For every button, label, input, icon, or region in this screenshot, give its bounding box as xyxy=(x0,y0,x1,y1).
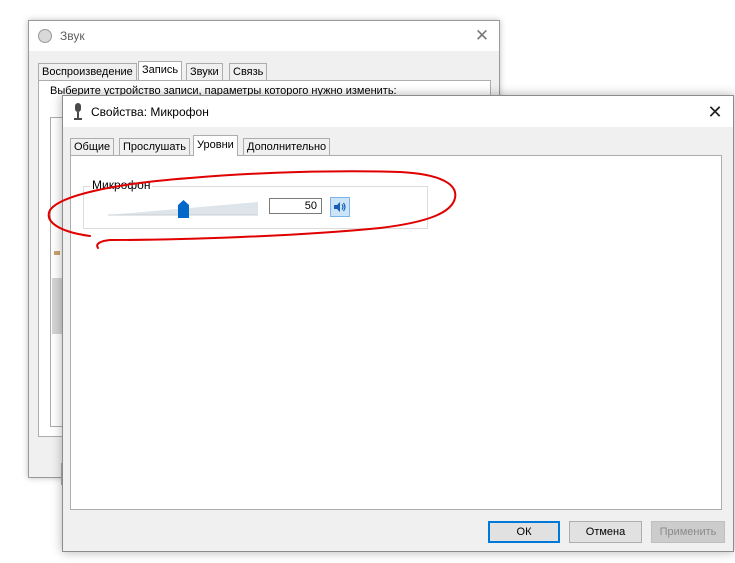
volume-level-field[interactable]: 50 xyxy=(269,198,322,214)
properties-titlebar[interactable]: Свойства: Микрофон ✕ xyxy=(63,96,733,127)
microphone-volume-slider[interactable] xyxy=(108,198,258,218)
apply-button[interactable]: Применить xyxy=(651,521,725,543)
speaker-icon xyxy=(334,202,346,212)
sound-window-title: Звук xyxy=(60,29,85,43)
device-icon xyxy=(54,251,60,255)
tab-recording[interactable]: Запись xyxy=(138,61,183,80)
cancel-button[interactable]: Отмена xyxy=(569,521,642,543)
sound-window-titlebar[interactable]: Звук ✕ xyxy=(29,21,499,51)
tab-advanced[interactable]: Дополнительно xyxy=(243,138,331,155)
microphone-level-group: Микрофон 50 xyxy=(83,178,428,229)
tab-communications[interactable]: Связь xyxy=(229,63,268,80)
mute-toggle-button[interactable] xyxy=(330,197,350,217)
tab-levels[interactable]: Уровни xyxy=(193,135,238,156)
slider-thumb[interactable] xyxy=(178,200,189,218)
volume-level-value: 50 xyxy=(304,200,317,212)
ok-button[interactable]: ОК xyxy=(488,521,560,543)
properties-title: Свойства: Микрофон xyxy=(91,105,209,119)
tab-playback[interactable]: Воспроизведение xyxy=(38,63,137,80)
microphone-icon xyxy=(74,103,82,120)
microphone-group-label: Микрофон xyxy=(90,178,153,192)
sound-app-icon xyxy=(38,29,52,43)
tab-sounds[interactable]: Звуки xyxy=(186,63,223,80)
close-icon[interactable]: ✕ xyxy=(703,100,727,124)
tab-listen[interactable]: Прослушать xyxy=(119,138,191,155)
close-icon[interactable]: ✕ xyxy=(471,25,493,47)
levels-panel: Микрофон 50 xyxy=(70,155,722,510)
tab-general[interactable]: Общие xyxy=(70,138,115,155)
microphone-properties-window: Свойства: Микрофон ✕ Общие Прослушать Ур… xyxy=(62,95,734,552)
